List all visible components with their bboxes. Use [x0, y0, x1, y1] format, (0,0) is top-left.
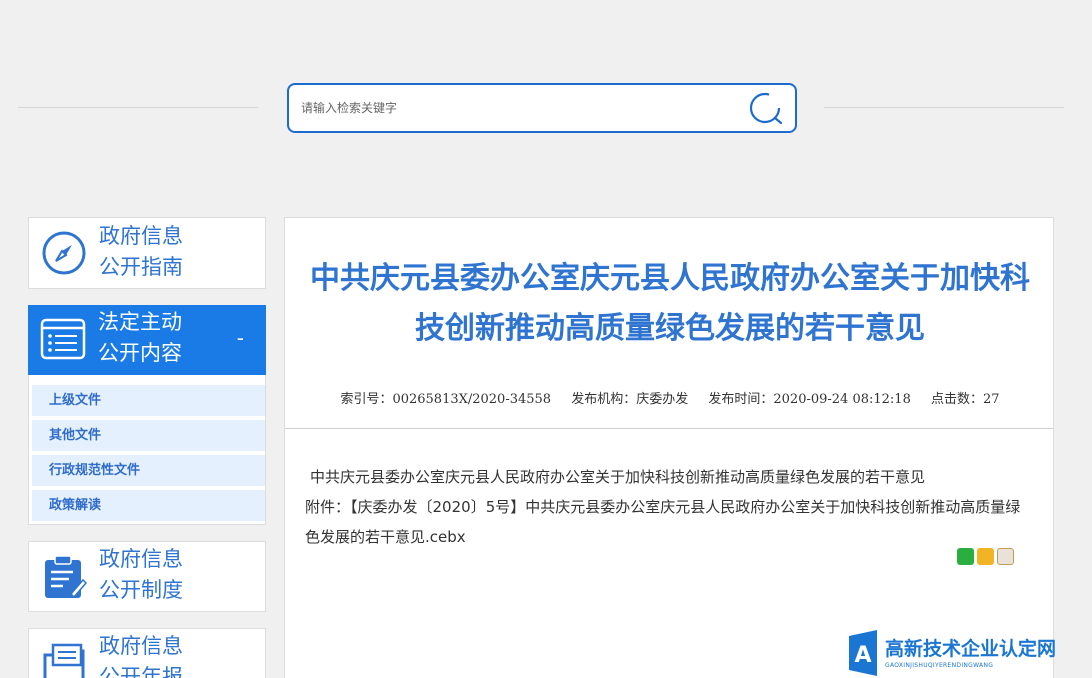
sub-nav-item[interactable]: 行政规范性文件: [32, 455, 265, 486]
sidebar-item-label: 政府信息 公开制度: [99, 547, 183, 602]
collapse-toggle[interactable]: -: [237, 327, 244, 349]
svg-text:A: A: [854, 643, 871, 668]
watermark-subtext: GAOXINJISHUQIYERENDINGWANG: [885, 662, 994, 669]
sidebar-item-label: 法定主动 公开内容: [98, 310, 182, 365]
sidebar-item-label: 政府信息 公开年报: [99, 634, 183, 678]
article-panel: 中共庆元县委办公室庆元县人民政府办公室关于加快科技创新推动高质量绿色发展的若干意…: [284, 217, 1054, 678]
sidebar-item-guide[interactable]: 政府信息 公开指南: [28, 217, 266, 289]
body-paragraph: 中共庆元县委办公室庆元县人民政府办公室关于加快科技创新推动高质量绿色发展的若干意…: [310, 468, 926, 486]
sidebar-section-content: 法定主动 公开内容 - 上级文件 其他文件 行政规范性文件 政策解读: [28, 305, 266, 525]
sub-nav-item[interactable]: 其他文件: [32, 420, 265, 451]
search-icon[interactable]: [747, 91, 785, 127]
watermark: A 高新技术企业认定网 GAOXINJISHUQIYERENDINGWANG: [845, 628, 1092, 678]
meta-clicks: 点击数：27: [931, 392, 1000, 407]
sidebar-item-system[interactable]: 政府信息 公开制度: [28, 541, 266, 612]
folder-icon: [43, 643, 85, 678]
meta-index: 索引号：00265813X/2020-34558: [340, 392, 552, 407]
attachment-line: 附件：【庆委办发〔2020〕5号】中共庆元县委办公室庆元县人民政府办公室关于加快…: [305, 492, 1025, 552]
search-divider-right: [824, 107, 1064, 108]
sub-nav-item[interactable]: 政策解读: [32, 490, 265, 521]
watermark-logo-icon: A: [849, 630, 877, 676]
sidebar-item-report[interactable]: 政府信息 公开年报: [28, 628, 266, 678]
sub-nav-list: 上级文件 其他文件 行政规范性文件 政策解读: [32, 385, 265, 525]
attachment-label: 附件：: [305, 498, 351, 516]
meta-time: 发布时间：2020-09-24 08:12:18: [708, 392, 911, 407]
search-divider-left: [18, 107, 258, 108]
watermark-text: 高新技术企业认定网: [885, 638, 1057, 660]
attachment-link[interactable]: 【庆委办发〔2020〕5号】中共庆元县委办公室庆元县人民政府办公室关于加快科技创…: [305, 498, 1020, 546]
article-title: 中共庆元县委办公室庆元县人民政府办公室关于加快科技创新推动高质量绿色发展的若干意…: [310, 261, 1030, 346]
sidebar-item-label: 政府信息 公开指南: [99, 224, 183, 279]
sidebar-item-content[interactable]: 法定主动 公开内容 -: [28, 305, 266, 375]
weibo-icon[interactable]: [997, 548, 1014, 565]
meta-publisher: 发布机构：庆委办发: [571, 392, 689, 407]
clipboard-icon: [45, 555, 87, 599]
share-bar: [957, 548, 1017, 566]
article-body: 中共庆元县委办公室庆元县人民政府办公室关于加快科技创新推动高质量绿色发展的若干意…: [305, 462, 1025, 552]
list-icon: [40, 318, 86, 360]
divider: [285, 428, 1053, 429]
search-input[interactable]: [301, 97, 731, 119]
qzone-icon[interactable]: [977, 548, 994, 565]
compass-icon: [42, 231, 86, 275]
article-meta: 索引号：00265813X/2020-34558 发布机构：庆委办发 发布时间：…: [285, 388, 1055, 407]
wechat-icon[interactable]: [957, 548, 974, 565]
sub-nav-item[interactable]: 上级文件: [32, 385, 265, 416]
search-box: [287, 83, 797, 133]
